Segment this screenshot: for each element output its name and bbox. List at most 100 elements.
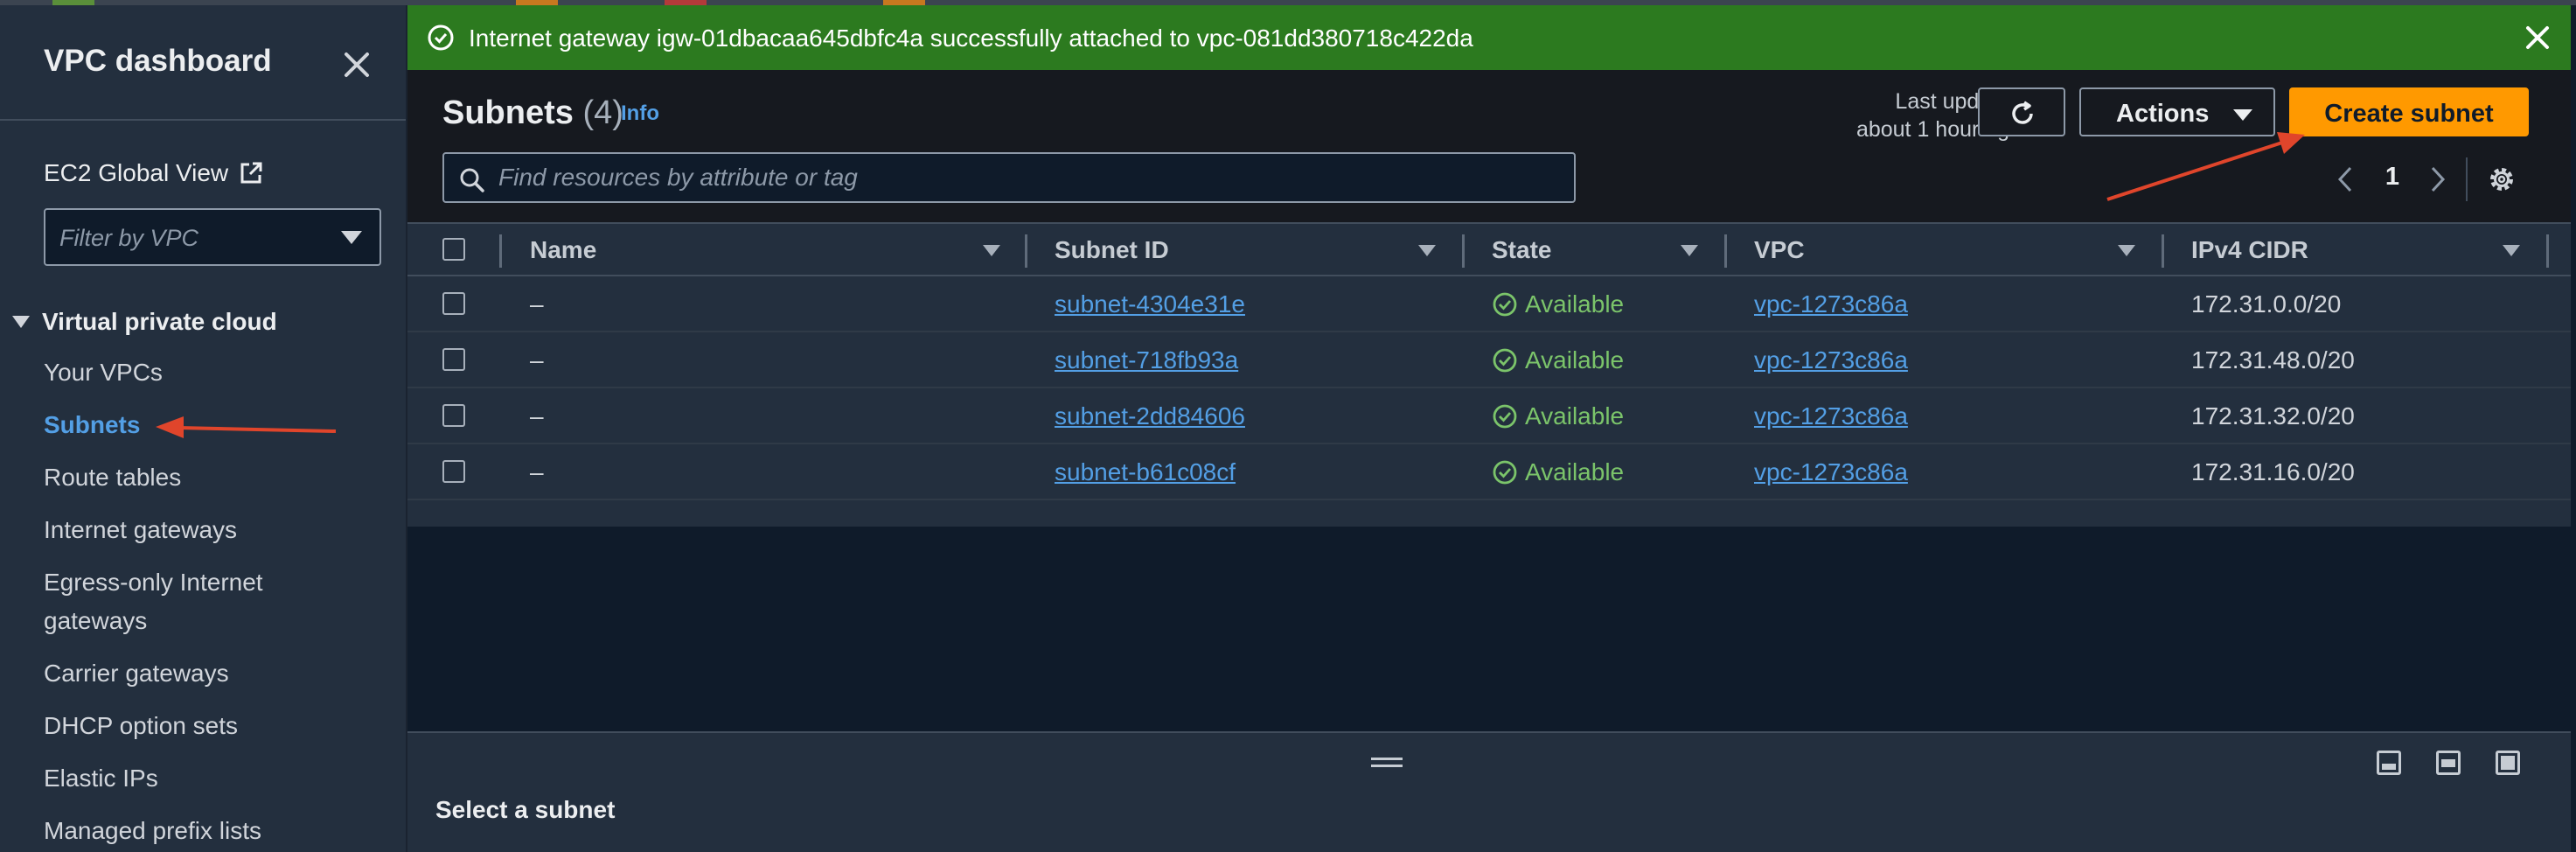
- sort-caret-icon[interactable]: [1418, 245, 1436, 256]
- create-subnet-label: Create subnet: [2324, 100, 2494, 128]
- filter-by-vpc-select[interactable]: Filter by VPC: [44, 208, 381, 266]
- column-header-name[interactable]: Name: [530, 236, 596, 264]
- sort-caret-icon[interactable]: [2503, 245, 2520, 256]
- sidebar-item-elastic-ips[interactable]: Elastic IPs: [44, 759, 158, 798]
- row-checkbox[interactable]: [442, 292, 465, 315]
- check-circle-icon: [1493, 404, 1517, 429]
- close-icon[interactable]: [2522, 22, 2553, 53]
- column-divider[interactable]: [2162, 234, 2164, 268]
- ec2-global-view-link[interactable]: EC2 Global View: [44, 159, 263, 187]
- ec2-global-view-label: EC2 Global View: [44, 159, 229, 186]
- column-divider[interactable]: [2546, 234, 2549, 268]
- cell-ipv4-cidr: 172.31.16.0/20: [2191, 458, 2355, 485]
- split-panel: Select a subnet: [407, 731, 2571, 852]
- resize-handle[interactable]: [1371, 758, 1403, 770]
- create-subnet-button[interactable]: Create subnet: [2289, 87, 2529, 136]
- cell-name: –: [530, 402, 544, 429]
- page-title: Subnets (4): [442, 94, 623, 132]
- sidebar-header: VPC dashboard: [0, 5, 406, 121]
- subnet-count: (4): [582, 94, 623, 131]
- table-row[interactable]: – subnet-718fb93a Available vpc-1273c86a…: [407, 332, 2571, 388]
- column-header-state[interactable]: State: [1492, 236, 1551, 264]
- row-checkbox[interactable]: [442, 348, 465, 371]
- check-circle-icon: [428, 24, 454, 51]
- sort-caret-icon[interactable]: [1681, 245, 1698, 256]
- check-circle-icon: [1493, 292, 1517, 317]
- actions-button[interactable]: Actions: [2079, 87, 2275, 136]
- table-row[interactable]: – subnet-b61c08cf Available vpc-1273c86a…: [407, 444, 2571, 500]
- sidebar-item-egress-only-internet-gateways[interactable]: Egress-only Internet: [44, 563, 263, 602]
- sidebar-item-your-vpcs[interactable]: Your VPCs: [44, 353, 163, 392]
- external-link-icon: [240, 162, 262, 184]
- status-text: Available: [1525, 290, 1625, 318]
- page-number[interactable]: 1: [2375, 163, 2410, 192]
- search-input[interactable]: [498, 154, 1556, 201]
- divider: [2466, 157, 2468, 201]
- sidebar-item-carrier-gateways[interactable]: Carrier gateways: [44, 654, 229, 693]
- sidebar: VPC dashboard EC2 Global View Filter by …: [0, 5, 407, 852]
- table-row[interactable]: – subnet-2dd84606 Available vpc-1273c86a…: [407, 388, 2571, 444]
- app-root: VPC dashboard EC2 Global View Filter by …: [0, 0, 2576, 852]
- vpc-id-link[interactable]: vpc-1273c86a: [1754, 290, 1908, 318]
- filter-by-vpc-placeholder: Filter by VPC: [59, 225, 199, 251]
- sort-caret-icon[interactable]: [983, 245, 1000, 256]
- panel-middle-layout-icon[interactable]: [2436, 751, 2461, 775]
- sidebar-item-managed-prefix-lists[interactable]: Managed prefix lists: [44, 812, 261, 850]
- refresh-icon: [2012, 101, 2033, 124]
- row-checkbox[interactable]: [442, 404, 465, 427]
- refresh-button[interactable]: [1978, 87, 2065, 136]
- status-text: Available: [1525, 458, 1625, 485]
- info-link[interactable]: Info: [621, 101, 659, 126]
- search-field[interactable]: [442, 152, 1576, 203]
- vpc-id-link[interactable]: vpc-1273c86a: [1754, 346, 1908, 374]
- column-header-subnet-id[interactable]: Subnet ID: [1055, 236, 1169, 264]
- column-divider[interactable]: [1462, 234, 1465, 268]
- actions-label: Actions: [2116, 100, 2210, 128]
- subnet-id-link[interactable]: subnet-4304e31e: [1055, 290, 1245, 318]
- status-text: Available: [1525, 346, 1625, 374]
- select-all-checkbox[interactable]: [442, 238, 465, 261]
- cell-ipv4-cidr: 172.31.48.0/20: [2191, 346, 2355, 374]
- sort-caret-icon[interactable]: [2118, 245, 2135, 256]
- cell-ipv4-cidr: 172.31.32.0/20: [2191, 402, 2355, 429]
- column-header-ipv4-cidr[interactable]: IPv4 CIDR: [2191, 236, 2308, 264]
- settings-gear-icon[interactable]: [2485, 163, 2518, 196]
- column-divider[interactable]: [1025, 234, 1027, 268]
- panel-full-layout-icon[interactable]: [2496, 751, 2520, 775]
- cell-ipv4-cidr: 172.31.0.0/20: [2191, 290, 2342, 318]
- table-footer: [407, 500, 2571, 527]
- vpc-id-link[interactable]: vpc-1273c86a: [1754, 402, 1908, 430]
- search-icon: [460, 168, 484, 192]
- sidebar-item-egress-only-internet-gateways-line2[interactable]: gateways: [44, 602, 147, 640]
- sidebar-item-route-tables[interactable]: Route tables: [44, 458, 181, 497]
- caret-down-icon: [341, 231, 362, 244]
- table-row[interactable]: – subnet-4304e31e Available vpc-1273c86a…: [407, 276, 2571, 332]
- column-divider[interactable]: [1724, 234, 1727, 268]
- status-badge: Available: [1492, 346, 1624, 374]
- chevron-right-icon[interactable]: [2424, 164, 2450, 194]
- panel-bottom-layout-icon[interactable]: [2377, 751, 2401, 775]
- close-icon[interactable]: [339, 47, 374, 82]
- subnet-id-link[interactable]: subnet-2dd84606: [1055, 402, 1245, 430]
- row-checkbox[interactable]: [442, 460, 465, 483]
- sidebar-item-subnets[interactable]: Subnets: [44, 406, 140, 444]
- flash-message: Internet gateway igw-01dbacaa645dbfc4a s…: [469, 24, 1473, 52]
- vpc-id-link[interactable]: vpc-1273c86a: [1754, 458, 1908, 486]
- column-header-vpc[interactable]: VPC: [1754, 236, 1805, 264]
- sidebar-item-internet-gateways[interactable]: Internet gateways: [44, 511, 237, 549]
- column-divider: [499, 234, 502, 268]
- subnet-id-link[interactable]: subnet-718fb93a: [1055, 346, 1238, 374]
- check-circle-icon: [1493, 460, 1517, 485]
- chevron-left-icon[interactable]: [2333, 164, 2359, 194]
- status-badge: Available: [1492, 402, 1624, 430]
- status-badge: Available: [1492, 290, 1624, 318]
- caret-down-icon: [12, 316, 30, 328]
- sidebar-item-dhcp-option-sets[interactable]: DHCP option sets: [44, 707, 238, 745]
- cell-name: –: [530, 290, 544, 318]
- page-title-text: Subnets: [442, 94, 574, 131]
- status-badge: Available: [1492, 458, 1624, 486]
- subnets-panel: Subnets (4) Info Last updated about 1 ho…: [407, 70, 2571, 527]
- subnet-id-link[interactable]: subnet-b61c08cf: [1055, 458, 1236, 486]
- sidebar-section-virtual-private-cloud[interactable]: Virtual private cloud: [12, 308, 277, 336]
- cell-name: –: [530, 458, 544, 485]
